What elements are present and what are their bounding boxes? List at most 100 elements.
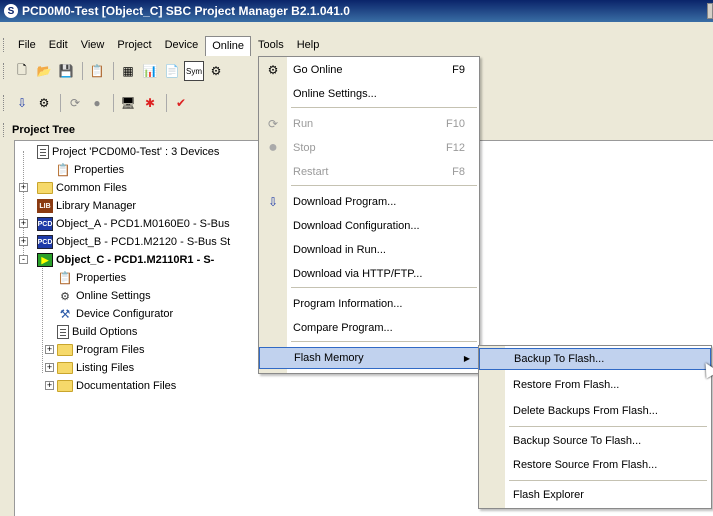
menu-item-run: ⟳ Run F10	[259, 113, 479, 135]
document-icon[interactable]: 📄	[162, 61, 182, 81]
tree-node-listing-files[interactable]: + Listing Files	[45, 359, 134, 377]
flash-memory-submenu: Backup To Flash... Restore From Flash...…	[478, 345, 712, 509]
tree-node-label: Documentation Files	[76, 380, 177, 392]
tree-node-object-c[interactable]: - ▶ Object_C - PCD1.M2110R1 - S-	[19, 251, 215, 269]
stop-icon[interactable]: ●	[87, 93, 107, 113]
properties-icon[interactable]: 📋	[87, 61, 107, 81]
tree-node-label: Online Settings	[76, 290, 151, 302]
tree-node-label: Properties	[76, 272, 127, 284]
tree-node-object-a[interactable]: + PCD Object_A - PCD1.M0160E0 - S-Bus	[19, 215, 230, 233]
expand-toggle[interactable]: +	[19, 183, 28, 192]
tree-node-label: Project 'PCD0M0-Test' : 3 Devices	[52, 146, 220, 158]
monitor-icon[interactable]: 🖥	[118, 93, 138, 113]
menu-item-restore-from-flash[interactable]: Restore From Flash...	[479, 374, 711, 396]
chart-icon[interactable]: 📊	[140, 61, 160, 81]
tree-node-library-manager[interactable]: LIB Library Manager	[37, 197, 136, 215]
menu-separator	[291, 185, 477, 186]
project-tree-title: Project Tree	[12, 124, 75, 136]
tree-node-project-properties[interactable]: 📋 Properties	[55, 161, 125, 179]
device-configurator-icon: ⚒	[59, 307, 71, 321]
toolbar-grip[interactable]	[3, 95, 6, 111]
menu-item-backup-source[interactable]: Backup Source To Flash...	[479, 430, 711, 452]
menu-item-go-online[interactable]: ⚙ Go Online F9	[259, 59, 479, 81]
properties-icon: 📋	[57, 271, 73, 285]
toolbar-grip[interactable]	[3, 63, 6, 79]
menu-item-delete-backups[interactable]: Delete Backups From Flash...	[479, 400, 711, 422]
tree-node-build-options[interactable]: Build Options	[57, 323, 137, 341]
submenu-arrow-icon: ▶	[463, 353, 470, 363]
menu-online[interactable]: Online	[205, 36, 252, 56]
menu-item-flash-explorer[interactable]: Flash Explorer	[479, 484, 711, 506]
expand-toggle[interactable]: +	[19, 219, 28, 228]
tree-node-label: Object_A - PCD1.M0160E0 - S-Bus	[56, 218, 230, 230]
download-icon[interactable]: ⇩	[12, 93, 32, 113]
folder-icon	[57, 380, 73, 392]
menu-item-restart: Restart F8	[293, 166, 465, 178]
window-control-edge[interactable]	[707, 3, 713, 19]
menu-tools[interactable]: Tools	[252, 36, 290, 54]
pcd-icon: PCD	[37, 217, 53, 231]
menu-item-backup-to-flash[interactable]: Backup To Flash...	[479, 348, 711, 370]
menu-separator	[291, 107, 477, 108]
expand-toggle[interactable]: +	[19, 237, 28, 246]
menu-item-compare-program[interactable]: Compare Program...	[259, 317, 479, 339]
collapse-toggle[interactable]: -	[19, 255, 28, 264]
grid-icon[interactable]: ▦	[118, 61, 138, 81]
menu-device[interactable]: Device	[159, 36, 205, 54]
menu-item-download-configuration[interactable]: Download Configuration...	[259, 215, 479, 237]
expand-toggle[interactable]: +	[45, 381, 54, 390]
online-icon: ⚙	[267, 63, 279, 77]
online-icon[interactable]: ⚙	[206, 61, 226, 81]
tree-node-label: Device Configurator	[76, 308, 174, 320]
tree-node-device-configurator[interactable]: ⚒ Device Configurator	[57, 305, 174, 323]
new-icon[interactable]: 🗋	[12, 61, 32, 81]
menu-item-restore-source[interactable]: Restore Source From Flash...	[479, 454, 711, 476]
symbol-icon[interactable]: Sym	[184, 61, 204, 81]
tree-node-object-b[interactable]: + PCD Object_B - PCD1.M2120 - S-Bus St	[19, 233, 231, 251]
build-options-icon	[57, 325, 69, 339]
error-icon[interactable]: ✱	[140, 93, 160, 113]
run-icon: ⟳	[267, 117, 279, 131]
expand-toggle[interactable]: +	[45, 363, 54, 372]
open-icon[interactable]: 📂	[34, 61, 54, 81]
menu-file[interactable]: File	[12, 36, 42, 54]
stop-icon: ●	[268, 139, 278, 156]
menu-item-download-in-run[interactable]: Download in Run...	[259, 239, 479, 261]
menu-item-flash-memory[interactable]: Flash Memory ▶	[259, 347, 479, 369]
menu-item-stop: ● Stop F12	[259, 137, 479, 159]
panel-grip[interactable]	[3, 123, 6, 137]
tree-node-label: Properties	[74, 164, 125, 176]
toolbar-separator	[166, 94, 167, 112]
tree-node-program-files[interactable]: + Program Files	[45, 341, 144, 359]
tree-node-label: Object_B - PCD1.M2120 - S-Bus St	[56, 236, 231, 248]
tree-node-online-settings[interactable]: ⚙ Online Settings	[57, 287, 151, 305]
toolbar-separator	[60, 94, 61, 112]
tree-node-common-files[interactable]: + Common Files	[19, 179, 127, 197]
menu-separator	[509, 480, 707, 481]
menubar-grip[interactable]	[3, 38, 6, 52]
menu-bar: File Edit View Project Device Online Too…	[0, 34, 713, 56]
properties-icon: 📋	[55, 163, 71, 177]
toolbar-separator	[82, 62, 83, 80]
save-icon[interactable]: 💾	[56, 61, 76, 81]
menu-project[interactable]: Project	[111, 36, 157, 54]
menu-view[interactable]: View	[75, 36, 111, 54]
menu-item-download-program[interactable]: ⇩ Download Program...	[259, 191, 479, 213]
tree-node-device-properties[interactable]: 📋 Properties	[57, 269, 127, 287]
tree-node-label: Library Manager	[56, 200, 137, 212]
expand-toggle[interactable]: +	[45, 345, 54, 354]
online-settings-icon[interactable]: ⚙	[34, 93, 54, 113]
tree-node-project[interactable]: Project 'PCD0M0-Test' : 3 Devices	[37, 143, 219, 161]
menu-edit[interactable]: Edit	[43, 36, 74, 54]
menu-item-program-information[interactable]: Program Information...	[259, 293, 479, 315]
menu-separator	[509, 426, 707, 427]
check-icon[interactable]: ✔	[171, 93, 191, 113]
app-logo-icon: S	[4, 4, 18, 18]
menu-help[interactable]: Help	[291, 36, 326, 54]
tree-node-label: Object_C - PCD1.M2110R1 - S-	[56, 254, 215, 266]
menu-item-online-settings[interactable]: Online Settings...	[259, 83, 479, 105]
tree-node-documentation-files[interactable]: + Documentation Files	[45, 377, 177, 395]
window-title-bar[interactable]: S PCD0M0-Test [Object_C] SBC Project Man…	[0, 0, 713, 22]
menu-item-download-http-ftp[interactable]: Download via HTTP/FTP...	[259, 263, 479, 285]
run-icon[interactable]: ⟳	[65, 93, 85, 113]
